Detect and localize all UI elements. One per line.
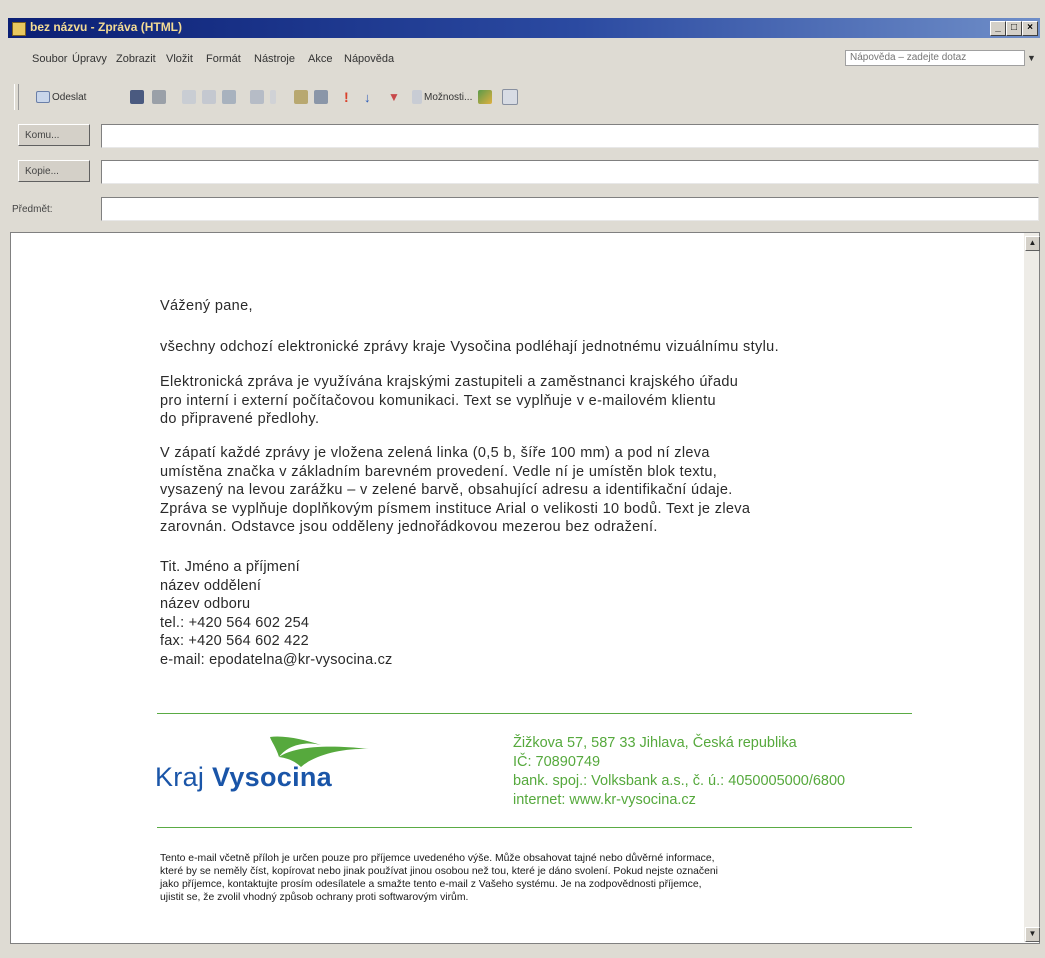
- signature-name: Tit. Jméno a příjmení: [160, 559, 300, 575]
- copy-icon[interactable]: [202, 88, 216, 106]
- options-label: Možnosti...: [424, 91, 473, 103]
- attach-icon[interactable]: [270, 88, 276, 106]
- signature-division: název odboru: [160, 596, 251, 612]
- help-icon[interactable]: [502, 88, 518, 106]
- options-button[interactable]: Možnosti...: [412, 88, 472, 106]
- menu-vlozit[interactable]: Vložit: [166, 53, 193, 65]
- title-bar[interactable]: bez názvu - Zpráva (HTML) _ □ ×: [8, 18, 1040, 38]
- vertical-scrollbar[interactable]: [1024, 233, 1039, 942]
- paragraph-line: pro interní i externí počítačovou komuni…: [160, 392, 716, 409]
- logo-wordmark: Kraj Vysocina: [155, 762, 332, 793]
- print-icon[interactable]: [152, 88, 166, 106]
- logo-text-vysocina: Vysocina: [212, 762, 332, 792]
- save-icon[interactable]: [130, 88, 144, 106]
- footer-address-block: Žižkova 57, 587 33 Jihlava, Česká republ…: [513, 734, 845, 810]
- signature-email: e-mail: epodatelna@kr-vysocina.cz: [160, 651, 393, 668]
- menu-format[interactable]: Formát: [206, 53, 241, 65]
- signature-block: Tit. Jméno a příjmení název oddělení náz…: [160, 558, 392, 669]
- address-line: Žižkova 57, 587 33 Jihlava, Česká republ…: [513, 735, 797, 751]
- disclaimer-line: které by se neměly číst, kopírovat nebo …: [160, 866, 718, 877]
- menu-soubor[interactable]: Soubor: [32, 53, 67, 65]
- logo-text-kraj: Kraj: [155, 762, 205, 792]
- to-field[interactable]: [101, 124, 1039, 148]
- disclaimer-line: jako příjemce, kontaktujte prosím odesíl…: [160, 879, 702, 890]
- paragraph-2: Elektronická zpráva je využívána krajský…: [160, 373, 738, 429]
- paragraph-line: Zpráva se vyplňuje doplňkovým písmem ins…: [160, 500, 751, 517]
- signature-phone: tel.: +420 564 602 254: [160, 614, 310, 631]
- high-importance-icon[interactable]: !: [344, 88, 349, 106]
- footer-top-rule: [157, 713, 912, 714]
- cc-button[interactable]: Kopie...: [18, 160, 90, 182]
- flag-icon[interactable]: ▼: [388, 88, 400, 106]
- close-button[interactable]: ×: [1022, 21, 1038, 36]
- email-compose-window: bez názvu - Zpráva (HTML) _ □ × Soubor Ú…: [0, 0, 1045, 958]
- cut-icon[interactable]: [182, 88, 196, 106]
- paragraph-line: V zápatí každé zprávy je vložena zelená …: [160, 445, 710, 461]
- to-button[interactable]: Komu...: [18, 124, 90, 146]
- signature-fax: fax: +420 564 602 422: [160, 633, 309, 649]
- low-importance-icon[interactable]: ↓: [364, 88, 371, 106]
- subject-field[interactable]: [101, 197, 1039, 221]
- paragraph-1: všechny odchozí elektronické zprávy kraj…: [160, 339, 779, 355]
- address-book-icon[interactable]: [294, 88, 308, 106]
- greeting: Vážený pane,: [160, 298, 253, 314]
- menu-nastroje[interactable]: Nástroje: [254, 53, 295, 65]
- minimize-button[interactable]: _: [990, 21, 1006, 36]
- company-id: IČ: 70890749: [513, 754, 601, 770]
- cc-field[interactable]: [101, 160, 1039, 184]
- find-icon[interactable]: [250, 88, 264, 106]
- check-names-icon[interactable]: [314, 88, 328, 106]
- paragraph-line: do připravené předlohy.: [160, 411, 320, 427]
- paragraph-line: Elektronická zpráva je využívána krajský…: [160, 374, 739, 390]
- paragraph-line: vysazený na levou zarážku – v zelené bar…: [160, 482, 733, 498]
- send-label: Odeslat: [52, 91, 87, 103]
- paragraph-3: V zápatí každé zprávy je vložena zelená …: [160, 444, 750, 537]
- help-search-input[interactable]: [845, 50, 1025, 66]
- bank-info: bank. spoj.: Volksbank a.s., č. ú.: 4050…: [513, 773, 846, 789]
- message-icon: [12, 22, 26, 36]
- menu-akce[interactable]: Akce: [308, 53, 332, 65]
- paste-icon[interactable]: [222, 88, 236, 106]
- send-icon: [36, 91, 50, 103]
- options-icon: [412, 90, 422, 104]
- menu-zobrazit[interactable]: Zobrazit: [116, 53, 156, 65]
- maximize-button[interactable]: □: [1006, 21, 1022, 36]
- window-title: bez názvu - Zpráva (HTML): [30, 20, 183, 34]
- menu-napoveda[interactable]: Nápověda: [344, 53, 394, 65]
- footer-bottom-rule: [157, 827, 912, 828]
- toolbar: Odeslat ! ↓ ▼ Možnosti...: [8, 78, 1040, 114]
- disclaimer-line: ujistit se, že zvolil vhodný způsob ochr…: [160, 892, 469, 903]
- permissions-icon[interactable]: [478, 88, 492, 106]
- menu-upravy[interactable]: Úpravy: [72, 53, 107, 65]
- help-dropdown-icon[interactable]: ▼: [1027, 50, 1039, 66]
- scroll-down-icon[interactable]: ▼: [1025, 927, 1040, 942]
- subject-label: Předmět:: [12, 204, 53, 215]
- website: internet: www.kr-vysocina.cz: [513, 792, 696, 808]
- scroll-up-icon[interactable]: ▲: [1025, 236, 1040, 251]
- legal-disclaimer: Tento e-mail včetně příloh je určen pouz…: [160, 852, 920, 904]
- disclaimer-line: Tento e-mail včetně příloh je určen pouz…: [160, 853, 715, 864]
- send-button[interactable]: Odeslat: [36, 88, 86, 106]
- status-bar: [8, 944, 1040, 958]
- paragraph-line: umístěna značka v základním barevném pro…: [160, 463, 718, 480]
- paragraph-line: zarovnán. Odstavce jsou odděleny jednořá…: [160, 519, 658, 535]
- signature-department: název oddělení: [160, 577, 262, 594]
